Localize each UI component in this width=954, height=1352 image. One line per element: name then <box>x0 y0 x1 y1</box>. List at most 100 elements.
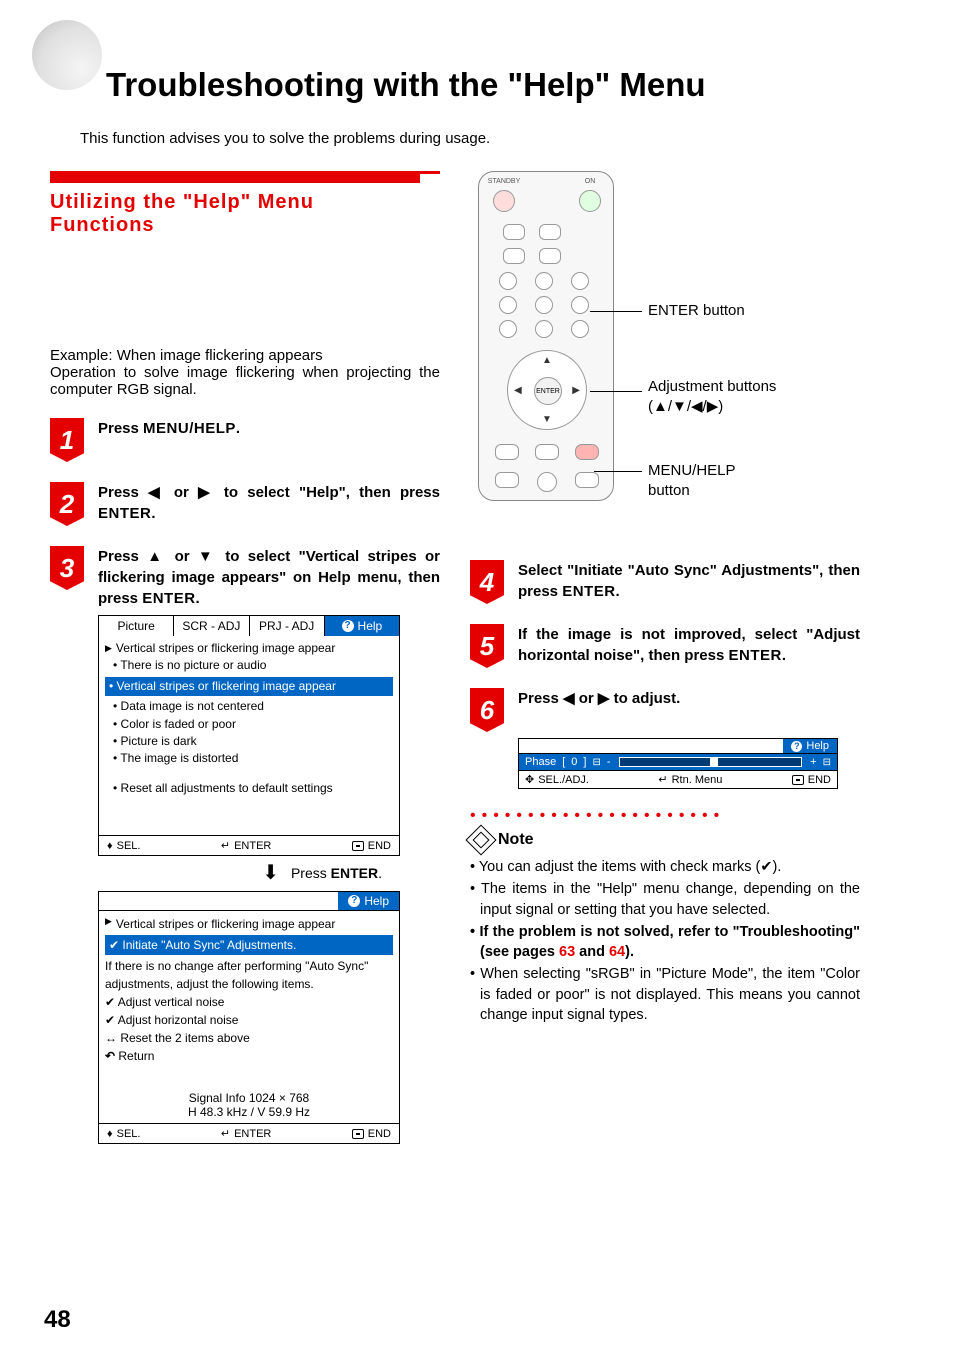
step-badge-2: 2 <box>50 482 84 526</box>
step-badge-3: 3 <box>50 546 84 590</box>
magnify-minus-icon <box>499 320 517 338</box>
example-label: Example: When image flickering appears <box>50 347 440 364</box>
adj-label: Phase <box>525 756 556 768</box>
osd-foot-end: END <box>352 839 391 852</box>
magnify-plus-icon <box>499 296 517 314</box>
callout-adjustment: Adjustment buttons(▲/▼/◀/▶) <box>648 377 776 416</box>
auto-sync-button-icon <box>495 472 519 488</box>
osd-item-list: There is no picture or audio <box>113 657 393 674</box>
keystone-button-icon <box>495 444 519 460</box>
step-badge-6: 6 <box>470 688 504 732</box>
down-arrow-icon: ⬇ <box>262 860 279 885</box>
osd-tab-help: ?Help <box>325 616 399 636</box>
av-mute-icon <box>571 272 589 290</box>
osd-panel-help-list: Picture SCR - ADJ PRJ - ADJ ?Help Vertic… <box>98 615 400 856</box>
on-button-icon <box>579 190 601 212</box>
osd-tab-prj-adj: PRJ - ADJ <box>250 616 325 636</box>
osd-highlighted-item: • Vertical stripes or flickering image a… <box>105 677 393 696</box>
page-corner-graphic <box>32 20 110 98</box>
example-body: Operation to solve image flickering when… <box>50 364 440 398</box>
enter-button-icon: ENTER <box>534 377 562 405</box>
step-badge-1: 1 <box>50 418 84 462</box>
svideo-button-icon <box>503 248 525 264</box>
osd-foot-enter: ↵ ENTER <box>221 1127 272 1140</box>
list-item: Reset all adjustments to default setting… <box>113 780 393 797</box>
press-enter-caption: Press ENTER. <box>291 865 382 881</box>
vol-plus-icon <box>571 296 589 314</box>
page-number: 48 <box>44 1306 71 1334</box>
dpad-icon: ▲▼◀▶ ENTER <box>507 350 587 430</box>
osd-foot-enter: ↵ ENTER <box>221 839 272 852</box>
step-badge-5: 5 <box>470 624 504 668</box>
callout-enter: ENTER button <box>648 301 745 321</box>
step-1-text: Press MENU/HELP. <box>98 418 240 439</box>
standby-button-icon <box>493 190 515 212</box>
osd-tab-help: ?Help <box>783 739 837 753</box>
osd-current-item: Vertical stripes or flickering image app… <box>105 640 393 657</box>
note-heading: Note <box>470 829 860 851</box>
page-down-icon <box>535 320 553 338</box>
list-item: Picture is dark <box>113 733 393 750</box>
note-item: If the problem is not solved, refer to "… <box>470 922 860 963</box>
list-item: Data image is not centered <box>113 698 393 715</box>
remote-body: STANDBYON ▲▼◀▶ ENTER <box>478 171 614 501</box>
osd-panel-help-detail: ?Help ▶Vertical stripes or flickering im… <box>98 891 400 1144</box>
list-item: There is no picture or audio <box>113 657 393 674</box>
osd-foot-return: ↵ Rtn. Menu <box>658 773 722 786</box>
end-icon <box>352 1129 364 1139</box>
osd-post-text: If there is no change after performing "… <box>105 957 393 993</box>
dvi-button-icon <box>539 224 561 240</box>
osd-tab-help: ?Help <box>338 892 399 910</box>
list-item: Reset the 2 items above <box>105 1029 393 1047</box>
osd-foot-end: END <box>352 1127 391 1140</box>
osd-highlighted-item: ✔ Initiate "Auto Sync" Adjustments. <box>105 935 393 955</box>
help-icon: ? <box>791 741 802 752</box>
callout-menu-help: MENU/HELPbutton <box>648 461 736 500</box>
osd-foot-sel: ♦ SEL. <box>107 839 140 852</box>
help-icon: ? <box>348 895 360 907</box>
osd-item-list: Data image is not centered Color is fade… <box>113 698 393 768</box>
list-item: Adjust horizontal noise <box>105 1011 393 1029</box>
vol-minus-icon <box>571 320 589 338</box>
adj-value: 0 <box>571 756 577 768</box>
osd-foot-sel: ♦ SEL. <box>107 1127 140 1140</box>
osd-tab-picture: Picture <box>99 616 174 636</box>
note-list: You can adjust the items with check mark… <box>470 857 860 1025</box>
list-item: Return <box>105 1047 393 1065</box>
note-item: The items in the "Help" menu change, dep… <box>470 879 860 920</box>
page-title: Troubleshooting with the "Help" Menu <box>106 66 904 104</box>
eco-quiet-button-icon <box>537 472 557 492</box>
note-item: When selecting "sRGB" in "Picture Mode",… <box>470 964 860 1025</box>
step-4-text: Select "Initiate "Auto Sync" Adjustments… <box>518 560 860 602</box>
list-item: Adjust vertical noise <box>105 993 393 1011</box>
computer-button-icon <box>503 224 525 240</box>
help-icon: ? <box>342 620 354 632</box>
adj-gauge <box>619 757 803 767</box>
osd-signal-info: Signal Info 1024 × 768 H 48.3 kHz / V 59… <box>99 1087 399 1123</box>
note-divider: •••••••••••••••••••••• <box>470 807 860 825</box>
osd-current-item: ▶Vertical stripes or flickering image ap… <box>105 915 393 933</box>
menu-help-button-icon <box>575 444 599 460</box>
list-item: The image is distorted <box>113 750 393 767</box>
break-timer-icon <box>499 272 517 290</box>
picture-mode-button-icon <box>535 444 559 460</box>
step-6-text: Press ◀ or ▶ to adjust. <box>518 688 680 709</box>
page-up-icon <box>535 296 553 314</box>
resize-button-icon <box>575 472 599 488</box>
osd-footer: ♦ SEL. ↵ ENTER END <box>99 1123 399 1143</box>
video-button-icon <box>539 248 561 264</box>
section-heading: Utilizing the "Help" Menu Functions <box>50 191 440 237</box>
osd-footer: ♦ SEL. ↵ ENTER END <box>99 835 399 855</box>
note-icon <box>465 824 496 855</box>
osd-foot-sel: ✥ SEL./ADJ. <box>525 773 589 786</box>
section-rule <box>50 171 440 183</box>
step-badge-4: 4 <box>470 560 504 604</box>
end-icon <box>352 841 364 851</box>
note-item: You can adjust the items with check mark… <box>470 857 860 877</box>
osd-tab-scr-adj: SCR - ADJ <box>174 616 249 636</box>
list-item: Color is faded or poor <box>113 716 393 733</box>
end-icon <box>792 775 804 785</box>
osd-adjust-bar: ?Help Phase [ 0 ] ⊟ - + ⊟ ✥ SEL./ADJ. ↵ … <box>518 738 838 789</box>
step-5-text: If the image is not improved, select "Ad… <box>518 624 860 666</box>
freeze-icon <box>535 272 553 290</box>
